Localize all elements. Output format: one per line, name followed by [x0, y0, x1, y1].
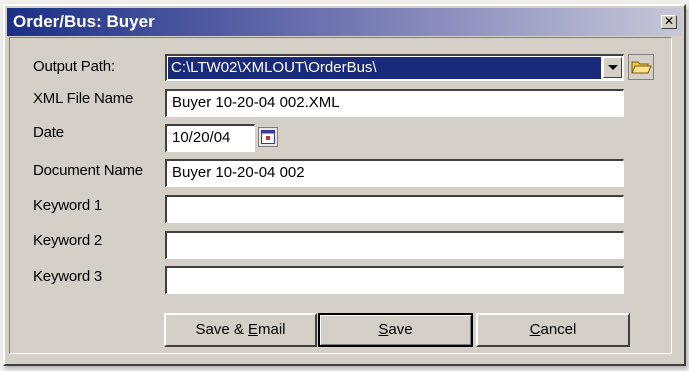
save-accelerator: S: [378, 321, 389, 338]
date-label: Date: [33, 124, 64, 141]
calendar-icon[interactable]: [258, 127, 278, 147]
xml-file-name-label: XML File Name: [33, 90, 134, 107]
cancel-accelerator: C: [529, 321, 541, 338]
output-path-label: Output Path:: [33, 58, 115, 75]
keyword-2-field[interactable]: [165, 231, 624, 259]
keyword-1-field[interactable]: [165, 195, 624, 223]
keyword-3-label: Keyword 3: [33, 268, 103, 285]
save-button[interactable]: Save: [318, 313, 473, 347]
keyword-1-label: Keyword 1: [33, 197, 103, 214]
window-title: Order/Bus: Buyer: [13, 12, 155, 31]
document-name-label: Document Name: [33, 162, 143, 179]
date-field[interactable]: 10/20/04: [165, 124, 255, 152]
chevron-down-icon[interactable]: [603, 57, 622, 78]
document-name-field[interactable]: Buyer 10-20-04 002: [165, 159, 624, 187]
keyword-2-label: Keyword 2: [33, 232, 103, 249]
keyword-3-field[interactable]: [165, 266, 624, 294]
folder-open-icon[interactable]: [628, 54, 654, 80]
close-icon: ✕: [663, 14, 675, 28]
save-email-label-post: mail: [258, 321, 286, 338]
output-path-combobox[interactable]: C:\LTW02\XMLOUT\OrderBus\: [165, 54, 624, 81]
close-button[interactable]: ✕: [661, 15, 677, 29]
save-email-label-pre: Save &: [195, 321, 248, 338]
save-and-email-button[interactable]: Save & Email: [164, 313, 317, 347]
title-bar: Order/Bus: Buyer ✕: [7, 8, 682, 36]
cancel-button[interactable]: Cancel: [476, 313, 630, 347]
output-path-value: C:\LTW02\XMLOUT\OrderBus\: [168, 57, 601, 79]
save-email-accelerator: E: [248, 321, 259, 338]
cancel-label-post: ancel: [540, 321, 577, 338]
save-label-post: ave: [388, 321, 413, 338]
xml-file-name-field[interactable]: Buyer 10-20-04 002.XML: [165, 89, 624, 117]
